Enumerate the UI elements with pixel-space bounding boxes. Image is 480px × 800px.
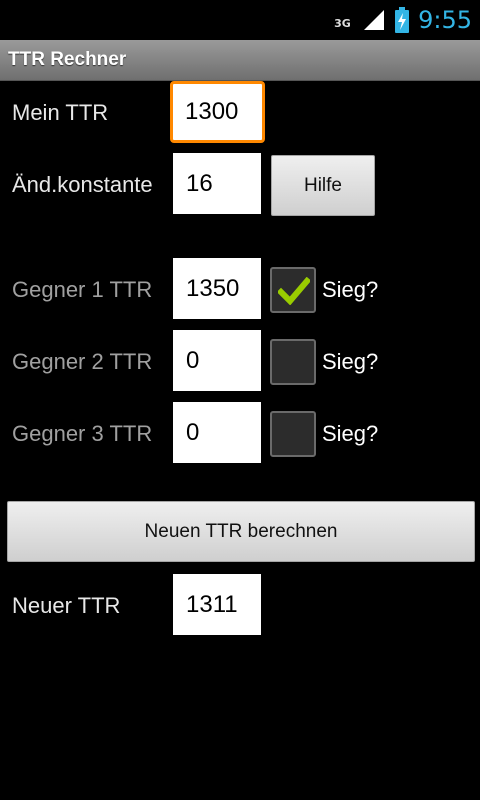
my-ttr-label: Mein TTR [12, 100, 109, 125]
network-indicator: 3G [334, 8, 386, 32]
battery-charging-icon [395, 7, 410, 33]
help-button[interactable]: Hilfe [271, 155, 375, 216]
opponent-3-label: Gegner 3 TTR [12, 421, 153, 446]
opponent-3-input[interactable]: 0 [173, 402, 261, 463]
checkmark-icon [278, 277, 310, 305]
opponent-2-input[interactable]: 0 [173, 330, 261, 391]
opponent-3-win-checkbox[interactable] [270, 411, 316, 457]
calculate-ttr-button[interactable]: Neuen TTR berechnen [7, 501, 475, 562]
opponent-1-label: Gegner 1 TTR [12, 277, 153, 302]
new-ttr-label: Neuer TTR [12, 593, 121, 618]
opponent-1-input[interactable]: 1350 [173, 258, 261, 319]
change-constant-label: Änd.konstante [12, 172, 153, 197]
opponent-1-win-checkbox[interactable] [270, 267, 316, 313]
title-bar: TTR Rechner [0, 40, 480, 81]
status-bar: 3G 9:55 [0, 0, 480, 40]
change-constant-input[interactable]: 16 [173, 153, 261, 214]
signal-icon [364, 10, 385, 30]
opponent-1-win-label[interactable]: Sieg? [322, 277, 378, 303]
new-ttr-output: 1311 [173, 574, 261, 635]
opponent-2-win-label[interactable]: Sieg? [322, 349, 378, 375]
app-title: TTR Rechner [8, 49, 127, 70]
clock: 9:55 [418, 6, 472, 34]
my-ttr-input[interactable]: 1300 [170, 81, 265, 143]
status-icons: 3G 9:55 [334, 0, 472, 40]
opponent-2-win-checkbox[interactable] [270, 339, 316, 385]
opponent-2-label: Gegner 2 TTR [12, 349, 153, 374]
network-type-label: 3G [334, 17, 351, 30]
opponent-3-win-label[interactable]: Sieg? [322, 421, 378, 447]
